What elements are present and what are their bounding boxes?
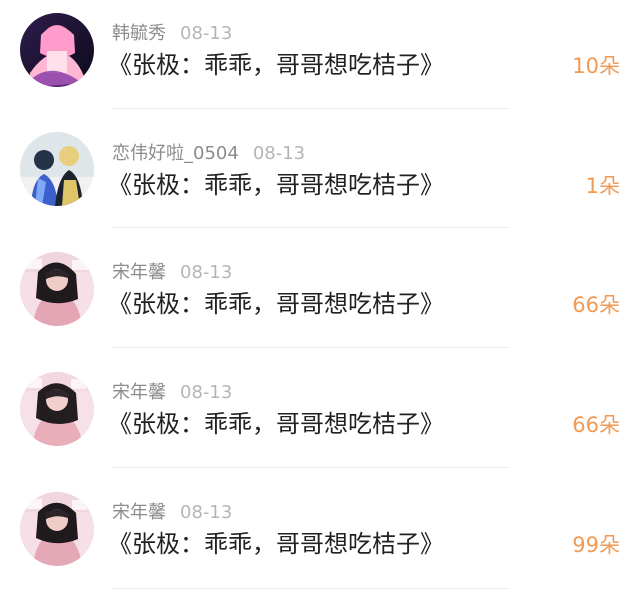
item-meta: 韩毓秀 08-13 [112, 21, 232, 47]
username[interactable]: 宋年馨 [112, 382, 166, 403]
username[interactable]: 韩毓秀 [112, 23, 166, 44]
item-title[interactable]: 《张极：乖乖，哥哥想吃桔子》 [108, 48, 444, 82]
username[interactable]: 宋年馨 [112, 502, 166, 523]
gift-count: 66朵 [572, 413, 620, 437]
gift-count: 66朵 [572, 293, 620, 317]
item-title[interactable]: 《张极：乖乖，哥哥想吃桔子》 [108, 287, 444, 321]
divider [112, 227, 510, 228]
item-title[interactable]: 《张极：乖乖，哥哥想吃桔子》 [108, 168, 444, 202]
date: 08-13 [180, 262, 233, 283]
divider [112, 347, 510, 348]
date: 08-13 [180, 382, 233, 403]
date: 08-13 [252, 143, 306, 164]
item-meta: 宋年馨 08-13 [112, 380, 232, 406]
avatar[interactable] [20, 13, 94, 87]
item-meta: 宋年馨 08-13 [112, 500, 232, 526]
gift-count: 10朵 [572, 54, 620, 78]
divider [112, 588, 510, 589]
avatar-image [20, 132, 94, 206]
item-meta: 恋伟好啦_0504 08-13 [112, 141, 305, 167]
avatar-image [20, 492, 94, 566]
avatar[interactable] [20, 132, 94, 206]
date: 08-13 [180, 23, 233, 44]
avatar-image [20, 372, 94, 446]
list-item[interactable]: 宋年馨 08-13 《张极：乖乖，哥哥想吃桔子》 99朵 [0, 479, 640, 596]
avatar[interactable] [20, 492, 94, 566]
gift-count: 99朵 [572, 533, 620, 557]
list-item[interactable]: 宋年馨 08-13 《张极：乖乖，哥哥想吃桔子》 66朵 [0, 359, 640, 479]
divider [112, 108, 510, 109]
avatar-image [20, 13, 94, 87]
list-item[interactable]: 宋年馨 08-13 《张极：乖乖，哥哥想吃桔子》 66朵 [0, 239, 640, 359]
item-title[interactable]: 《张极：乖乖，哥哥想吃桔子》 [108, 527, 444, 561]
list-item[interactable]: 恋伟好啦_0504 08-13 《张极：乖乖，哥哥想吃桔子》 1朵 [0, 120, 640, 240]
avatar[interactable] [20, 372, 94, 446]
avatar-image [20, 252, 94, 326]
gift-list: 韩毓秀 08-13 《张极：乖乖，哥哥想吃桔子》 10朵 恋伟好啦_0504 08-… [0, 0, 640, 596]
divider [112, 467, 510, 468]
username[interactable]: 宋年馨 [112, 262, 166, 283]
gift-count: 1朵 [585, 174, 620, 198]
username[interactable]: 恋伟好啦_0504 [112, 143, 239, 164]
list-item[interactable]: 韩毓秀 08-13 《张极：乖乖，哥哥想吃桔子》 10朵 [0, 0, 640, 120]
avatar[interactable] [20, 252, 94, 326]
date: 08-13 [180, 502, 233, 523]
item-meta: 宋年馨 08-13 [112, 260, 232, 286]
item-title[interactable]: 《张极：乖乖，哥哥想吃桔子》 [108, 407, 444, 441]
